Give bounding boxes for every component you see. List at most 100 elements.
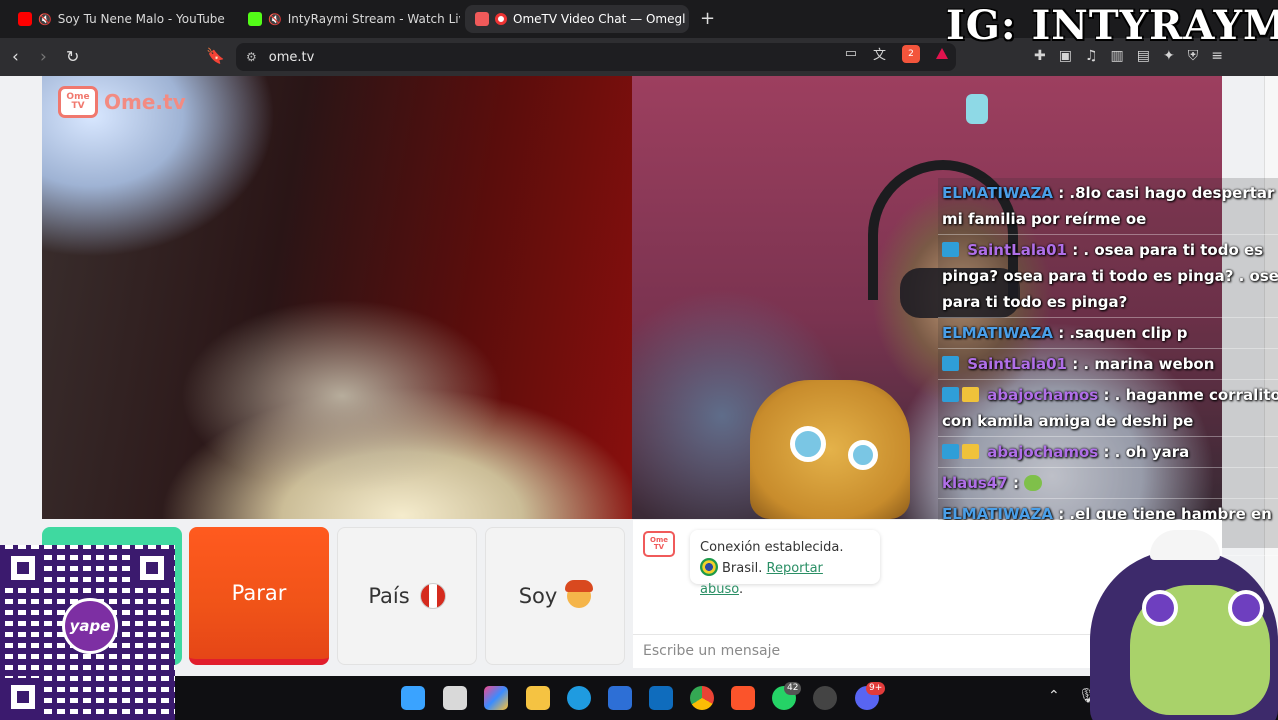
url-text: ome.tv (268, 49, 315, 65)
outlook-icon[interactable] (649, 686, 673, 710)
copilot-icon[interactable] (484, 686, 508, 710)
crown-badge-icon (962, 387, 979, 402)
frog-avatar-overlay (1090, 530, 1278, 720)
store-icon[interactable] (608, 686, 632, 710)
brazil-flag-icon (700, 558, 718, 576)
tab-title: OmeTV Video Chat — Omegl (513, 12, 686, 26)
chat-username: SaintLala01 (967, 355, 1067, 373)
obs-icon[interactable] (813, 686, 837, 710)
report-abuse-link[interactable]: Reportar abuso (700, 561, 823, 597)
sidebar-icon[interactable]: ▥ (1111, 48, 1124, 64)
tab-title: Soy Tu Nene Malo - YouTube (57, 12, 225, 26)
country-filter-button[interactable]: País (337, 527, 477, 665)
moderator-badge-icon (942, 444, 959, 459)
cast-icon[interactable]: ▭ (845, 46, 857, 61)
bear-eye (790, 426, 826, 462)
yape-text: yape (69, 617, 111, 635)
stream-chat-overlay: ELMATIWAZA : .8lo casi hago despertar a … (938, 178, 1278, 556)
tab-youtube[interactable]: 🔇 Soy Tu Nene Malo - YouTube (8, 5, 230, 33)
chat-username: SaintLala01 (967, 241, 1067, 259)
boy-emoji-icon (565, 580, 594, 608)
menu-icon[interactable]: ≡ (1211, 48, 1223, 64)
vpn-icon[interactable]: ⛨ (1188, 48, 1199, 64)
chat-message: klaus47 : (938, 468, 1278, 499)
crown-badge-icon (962, 444, 979, 459)
moderator-badge-icon (942, 242, 959, 257)
gender-button[interactable]: Soy (485, 527, 625, 665)
chat-username: abajochamos (987, 443, 1099, 461)
chat-message: SaintLala01 : . marina webon (938, 349, 1278, 380)
tab-kick[interactable]: 🔇 IntyRaymi Stream - Watch Live o (238, 5, 460, 33)
chat-message: ELMATIWAZA : .8lo casi hago despertar a … (938, 178, 1278, 235)
message-input[interactable]: Escribe un mensaje (633, 634, 1103, 668)
screenshot-icon[interactable]: ▣ (1059, 48, 1072, 64)
translate-icon[interactable]: 文 (873, 44, 886, 63)
bookmark-icon[interactable]: 🔖 (206, 47, 225, 65)
file-explorer-icon[interactable] (526, 686, 550, 710)
report-suffix: . (738, 582, 744, 597)
chrome-icon[interactable] (690, 686, 714, 710)
logo-text: Ome.tv (104, 90, 186, 114)
qr-finder (133, 549, 171, 587)
chat-username: abajochamos (987, 386, 1099, 404)
plush-bear (750, 380, 910, 519)
new-tab-button[interactable]: + (700, 8, 715, 29)
muted-icon[interactable]: 🔇 (268, 13, 282, 26)
chat-message: abajochamos : . oh yara (938, 437, 1278, 468)
site-settings-icon[interactable]: ⚙ (246, 50, 257, 64)
avatar-eye (1228, 590, 1264, 626)
frog-emote-icon (1024, 475, 1043, 491)
brave-rewards-icon[interactable] (936, 48, 948, 59)
whatsapp-badge: 42 (784, 682, 802, 695)
partner-country: Brasil. (722, 561, 763, 576)
chat-text: : . oh yara (1103, 443, 1190, 461)
tray-overflow-icon[interactable]: ⌃ (1048, 688, 1060, 704)
chat-username: ELMATIWAZA (942, 184, 1053, 202)
discord-badge: 9+ (866, 682, 886, 695)
qr-finder (4, 549, 42, 587)
avatar-eye (1142, 590, 1178, 626)
extensions-icon[interactable]: ✚ (1034, 48, 1046, 64)
chat-message: abajochamos : . haganme corralito con ka… (938, 380, 1278, 437)
tab-ometv[interactable]: OmeTV Video Chat — Omegl ✕ (465, 5, 689, 33)
wall-lamp (966, 94, 988, 124)
leo-ai-icon[interactable]: ✦ (1163, 48, 1175, 64)
edge-icon[interactable] (567, 686, 591, 710)
stranger-video (42, 76, 632, 519)
chat-message: ELMATIWAZA : .saquen clip p (938, 318, 1278, 349)
chat-username: ELMATIWAZA (942, 324, 1053, 342)
ometv-icon (475, 12, 489, 26)
stop-button[interactable]: Parar (189, 527, 329, 665)
ometv-logo[interactable]: Ome TV Ome.tv (58, 86, 186, 118)
address-bar-actions: ▭ 文 2 (845, 44, 948, 63)
brave-icon[interactable] (731, 686, 755, 710)
forward-icon[interactable]: › (40, 47, 47, 67)
connection-bubble: Conexión establecida. Brasil. Reportar a… (690, 530, 880, 597)
avatar-hat (1150, 530, 1220, 560)
qr-finder (4, 678, 42, 716)
back-icon[interactable]: ‹ (12, 47, 19, 67)
peru-flag-icon (419, 583, 446, 609)
moderator-badge-icon (942, 356, 959, 371)
wallet-icon[interactable]: ▤ (1137, 48, 1150, 64)
muted-icon[interactable]: 🔇 (38, 13, 52, 26)
ometv-logo-icon: Ome TV (58, 86, 98, 118)
browser-toolbar: ✚ ▣ ♫ ▥ ▤ ✦ ⛨ ≡ (1034, 48, 1223, 64)
youtube-icon (18, 12, 32, 26)
connection-status: Conexión establecida. (700, 540, 844, 555)
chat-text: : .saquen clip p (1058, 324, 1188, 342)
ometv-mini-logo-icon: Ome TV (643, 531, 675, 557)
bear-eye (848, 440, 878, 470)
stream-watermark: IG: INTYRAYMI (946, 2, 1278, 49)
chat-text: : (1012, 474, 1019, 492)
gender-label: Soy (518, 584, 558, 608)
task-view-icon[interactable] (443, 686, 467, 710)
chat-message: SaintLala01 : . osea para ti todo es pin… (938, 235, 1278, 318)
moderator-badge-icon (942, 387, 959, 402)
stop-label: Parar (231, 581, 287, 605)
windows-start-icon[interactable] (401, 686, 425, 710)
tab-title: IntyRaymi Stream - Watch Live o (287, 12, 460, 26)
reload-icon[interactable]: ↻ (66, 47, 79, 66)
brave-shields-icon[interactable]: 2 (902, 44, 920, 63)
media-icon[interactable]: ♫ (1085, 48, 1098, 64)
